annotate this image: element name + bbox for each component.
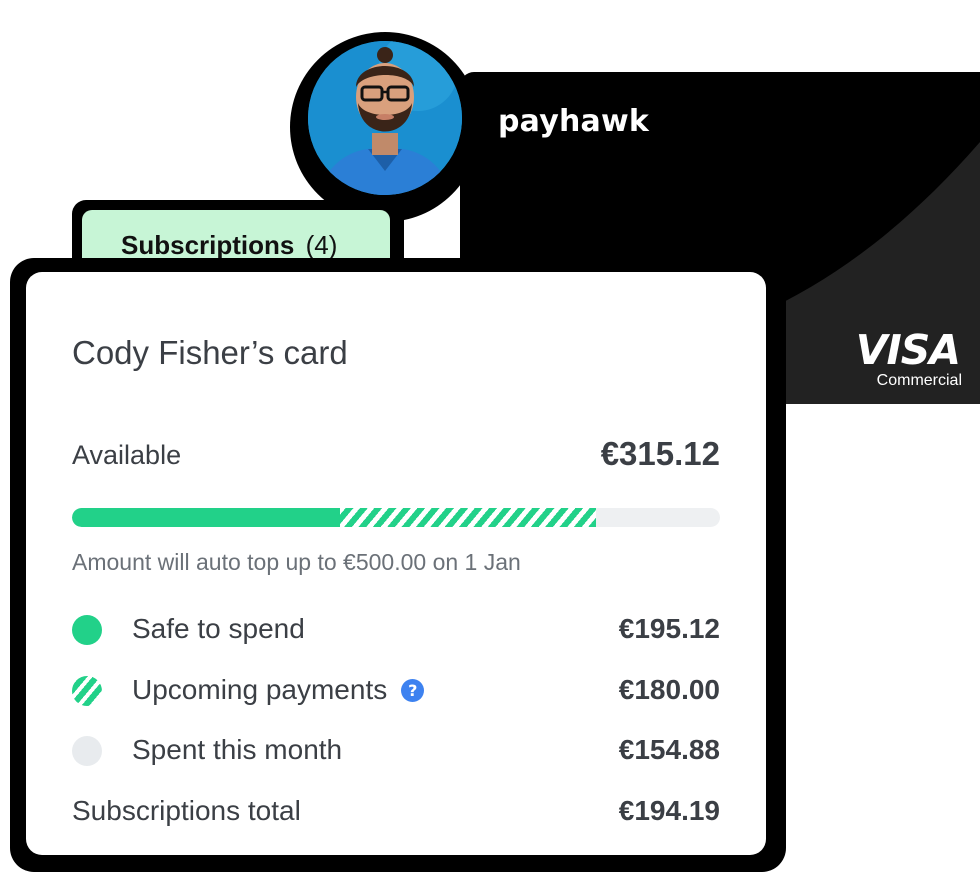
breakdown-value: €195.12 bbox=[618, 613, 720, 644]
breakdown-label: Spent this month bbox=[132, 734, 343, 765]
spent-indicator-icon bbox=[72, 736, 102, 766]
breakdown-label-wrap: Upcoming payments? bbox=[132, 674, 425, 706]
available-label: Available bbox=[72, 440, 182, 470]
breakdown-row-upcoming: Upcoming payments? €180.00 bbox=[72, 672, 720, 712]
safe-indicator-icon bbox=[72, 615, 102, 645]
total-label: Subscriptions total bbox=[72, 795, 301, 826]
avatar bbox=[308, 41, 462, 195]
breakdown-value: €154.88 bbox=[618, 734, 720, 765]
visa-tier-label: Commercial bbox=[876, 372, 962, 389]
progress-safe-segment bbox=[72, 508, 340, 527]
tab-subscriptions-count: (4) bbox=[305, 230, 338, 260]
help-icon[interactable]: ? bbox=[401, 679, 425, 702]
total-value: €194.19 bbox=[618, 795, 720, 826]
visa-logo: VISA bbox=[855, 326, 961, 374]
tab-subscriptions-label: Subscriptions bbox=[121, 230, 295, 260]
balance-progress-bar bbox=[72, 508, 720, 527]
breakdown-row-safe: Safe to spend €195.12 bbox=[72, 611, 720, 651]
available-value: €315.12 bbox=[600, 435, 720, 472]
payhawk-logo: payhawk bbox=[498, 104, 650, 139]
breakdown-label: Safe to spend bbox=[132, 613, 305, 644]
breakdown-label: Upcoming payments bbox=[132, 674, 388, 705]
top-up-note: Amount will auto top up to €500.00 on 1 … bbox=[72, 549, 521, 575]
upcoming-indicator-icon bbox=[72, 676, 102, 706]
card-title: Cody Fisher’s card bbox=[72, 334, 348, 371]
card-panel: Cody Fisher’s card Available €315.12 Amo… bbox=[26, 272, 766, 855]
avatar-portrait-icon bbox=[308, 41, 462, 195]
subscriptions-total-row: Subscriptions total €194.19 bbox=[72, 793, 720, 833]
breakdown-row-spent: Spent this month €154.88 bbox=[72, 732, 720, 772]
breakdown-value: €180.00 bbox=[618, 674, 720, 705]
progress-upcoming-segment bbox=[339, 508, 596, 527]
